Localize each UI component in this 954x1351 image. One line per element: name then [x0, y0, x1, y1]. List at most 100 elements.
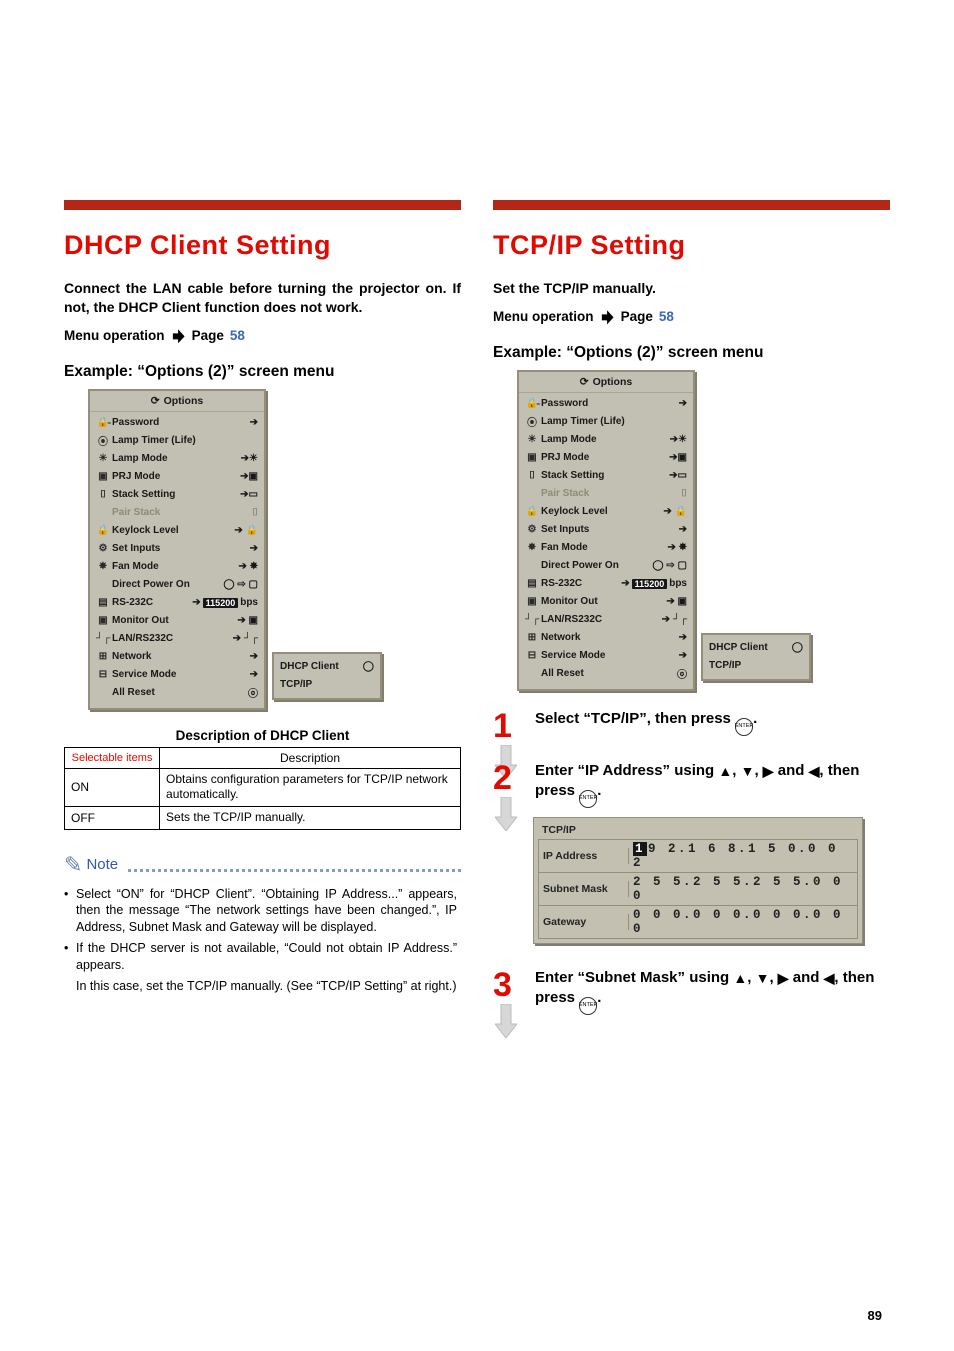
menu-operation-left: Menu operation ➧ Page 58 — [64, 327, 461, 345]
row-icon: ▣ — [96, 615, 110, 626]
table-head-selectable: Selectable items — [65, 747, 160, 768]
dhcp-heading: DHCP Client Setting — [64, 230, 461, 261]
row-value: ➔▭ — [669, 470, 687, 481]
gear-icon: ⟳ — [151, 395, 160, 407]
options-row: Direct Power On◯ ⇨ ▢ — [96, 576, 258, 594]
tcpip-row-gateway: Gateway 0 0 0.0 0 0.0 0 0.0 0 0 — [539, 905, 857, 938]
options-row: ▤RS-232C➔115200 bps — [525, 575, 687, 593]
row-icon: 🔒 — [96, 525, 110, 536]
options-screen-title: ⟳ Options — [90, 391, 264, 412]
row-value: ➔ ▣ — [666, 596, 687, 607]
options-screen-wrap-left: ⟳ Options 🔒̵Password➔⦿Lamp Timer (Life)☀… — [88, 389, 461, 710]
row-label: RS-232C — [539, 578, 621, 589]
cell-on: ON — [65, 768, 160, 806]
step1-text-a: Select “TCP/IP”, then press — [535, 710, 735, 727]
row-label: LAN/RS232C — [539, 614, 662, 625]
enter-button-icon: ENTER — [735, 718, 753, 736]
right-arrow-icon: ▶ — [778, 969, 789, 988]
options-row: 🔒̵Password➔ — [525, 395, 687, 413]
row-label: Pair Stack — [539, 488, 681, 499]
row-icon: ⊟ — [525, 650, 539, 661]
menuop-page-prefix: Page — [621, 309, 653, 324]
row-icon: ⊞ — [96, 651, 110, 662]
row-icon: ☀ — [96, 453, 110, 464]
row-label: All Reset — [110, 687, 248, 698]
row-icon: ⦿ — [96, 433, 110, 448]
note-header: ✎ Note — [64, 852, 461, 878]
row-label: Fan Mode — [110, 561, 238, 572]
note-dots-icon — [128, 869, 461, 873]
options-row: ▤RS-232C➔115200 bps — [96, 594, 258, 612]
example-label-left: Example: “Options (2)” screen menu — [64, 363, 461, 381]
note-label: Note — [86, 856, 118, 873]
step-number-1: 1 — [493, 709, 521, 743]
row-value: ⌷ — [252, 507, 258, 518]
left-arrow-icon: ◀ — [824, 969, 835, 988]
dhcp-client-subitem: DHCP Client ◯ — [709, 639, 803, 657]
row-icon: ▣ — [525, 596, 539, 607]
divider-bar-left — [64, 200, 461, 210]
options-row: All Resetⓞ — [525, 665, 687, 683]
table-row: OFF Sets the TCP/IP manually. — [65, 806, 461, 829]
options-screen-wrap-right: ⟳ Options 🔒̵Password➔⦿Lamp Timer (Life)☀… — [517, 370, 890, 691]
tcpip-ip-value: 19 2.1 6 8.1 5 0.0 0 2 — [629, 840, 857, 872]
row-value: ➔ — [250, 417, 258, 428]
row-value: ➔ 🔒 — [663, 506, 687, 517]
tcpip-subnet-value: 2 5 5.2 5 5.2 5 5.0 0 0 — [629, 873, 857, 905]
step-1: 1 Select “TCP/IP”, then press ENTER. — [493, 709, 890, 743]
row-label: Service Mode — [110, 669, 250, 680]
step-number-2: 2 — [493, 761, 521, 795]
row-label: Network — [539, 632, 679, 643]
tcpip-row-subnet: Subnet Mask 2 5 5.2 5 5.2 5 5.0 0 0 — [539, 872, 857, 905]
step-arrow-icon — [495, 797, 517, 831]
options-row: ⦿Lamp Timer (Life) — [525, 413, 687, 431]
row-value: ➔ ▣ — [237, 615, 258, 626]
options-row: All Resetⓞ — [96, 684, 258, 702]
menuop-page-num: 58 — [230, 328, 245, 343]
dhcp-intro: Connect the LAN cable before turning the… — [64, 279, 461, 317]
row-icon: ✸ — [525, 542, 539, 553]
options-row: Pair Stack⌷ — [96, 504, 258, 522]
row-label: Lamp Mode — [110, 453, 241, 464]
row-label: Pair Stack — [110, 507, 252, 518]
row-label: PRJ Mode — [539, 452, 669, 463]
row-label: All Reset — [539, 668, 677, 679]
row-value: ⓞ — [248, 685, 258, 700]
options-title-text: Options — [593, 376, 633, 388]
row-value: ➔115200 bps — [621, 578, 687, 589]
row-icon: ┘┌ — [96, 633, 110, 644]
options-row: ☀Lamp Mode➔☀ — [525, 431, 687, 449]
row-label: Monitor Out — [539, 596, 666, 607]
options-row: ⊟Service Mode➔ — [525, 647, 687, 665]
row-label: Lamp Timer (Life) — [539, 416, 687, 427]
row-label: Fan Mode — [539, 542, 667, 553]
step-number-3: 3 — [493, 968, 521, 1002]
row-label: Service Mode — [539, 650, 679, 661]
pencil-icon: ✎ — [64, 852, 82, 878]
row-icon: 🔒̵ — [525, 398, 539, 409]
row-value: ➔▣ — [240, 471, 258, 482]
enter-button-icon: ENTER — [579, 997, 597, 1015]
options-row: ▣Monitor Out➔ ▣ — [96, 612, 258, 630]
row-label: LAN/RS232C — [110, 633, 233, 644]
options-submenu-right: DHCP Client ◯ TCP/IP — [701, 633, 811, 681]
row-value: ➔ — [679, 524, 687, 535]
options-row: ⊞Network➔ — [96, 648, 258, 666]
row-value: ➔ ✸ — [238, 561, 258, 572]
tcpip-heading: TCP/IP Setting — [493, 230, 890, 261]
row-icon: ☀ — [525, 434, 539, 445]
step-3: 3 Enter “Subnet Mask” using ▲, ▼, ▶ and … — [493, 968, 890, 1014]
options-row: Pair Stack⌷ — [525, 485, 687, 503]
row-label: RS-232C — [110, 597, 192, 608]
options-row: 🔒̵Password➔ — [96, 414, 258, 432]
options-row: ⚙Set Inputs➔ — [96, 540, 258, 558]
row-value: ➔ 🔒 — [234, 525, 258, 536]
row-label: Stack Setting — [539, 470, 669, 481]
options-row: ⌷Stack Setting➔▭ — [96, 486, 258, 504]
options-screen-main: ⟳ Options 🔒̵Password➔⦿Lamp Timer (Life)☀… — [517, 370, 695, 691]
options-row: ▣PRJ Mode➔▣ — [525, 449, 687, 467]
options-row: ⊟Service Mode➔ — [96, 666, 258, 684]
row-value: ◯ ⇨ ▢ — [652, 560, 687, 571]
row-icon: ⚙ — [96, 543, 110, 554]
tcpip-subnet-label: Subnet Mask — [539, 881, 629, 897]
